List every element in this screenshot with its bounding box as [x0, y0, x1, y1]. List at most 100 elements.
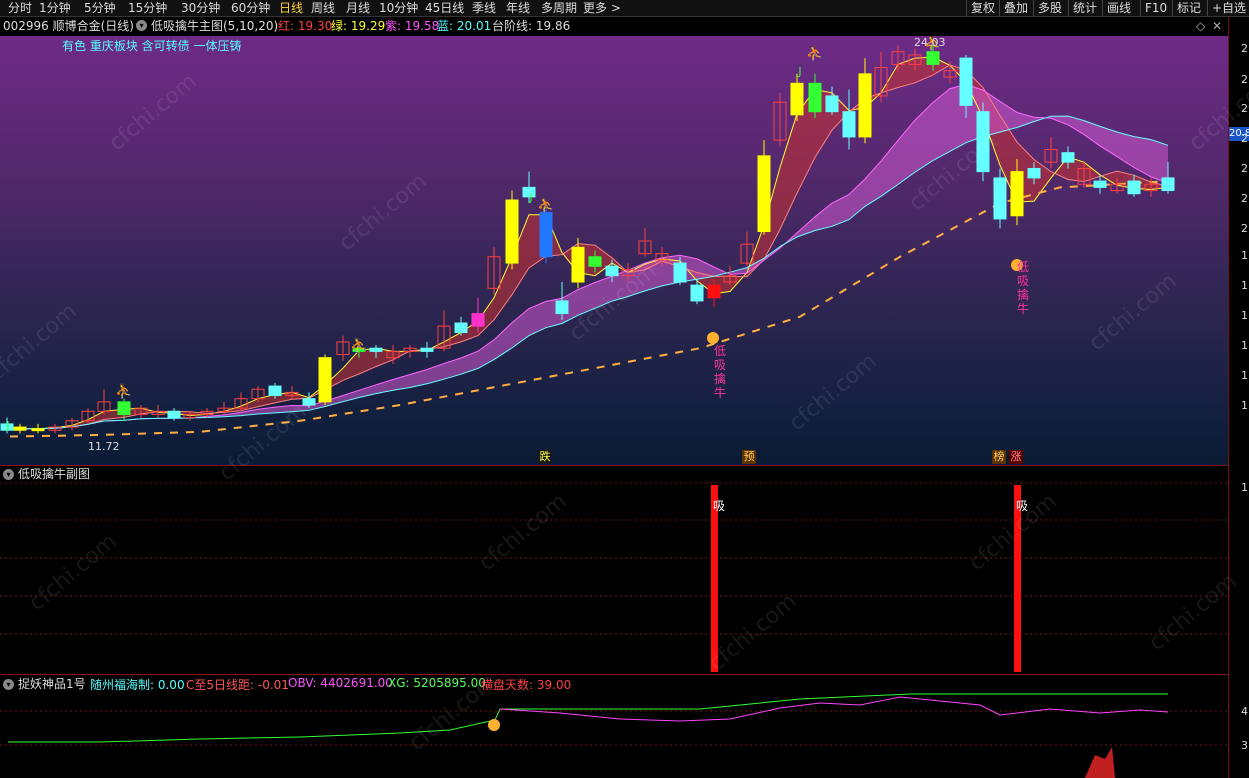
period-tab-2[interactable]: 5分钟: [84, 0, 116, 16]
candle-body: [588, 256, 602, 267]
candle-body: [1010, 171, 1024, 217]
bottom-label-zhang: 涨: [1009, 450, 1023, 464]
toolbar-button-6[interactable]: 标记: [1172, 0, 1205, 16]
sub2-label-2: C至5日线距: -0.01: [186, 678, 289, 692]
sub-chart-2[interactable]: ▾ 捉妖神品1号 随州福海制: 0.00 C至5日线距: -0.01 OBV: …: [0, 675, 1228, 778]
candle-body: [555, 300, 569, 315]
candle-body: [757, 155, 771, 233]
axis-tick: 1: [1241, 309, 1248, 322]
green-line-value: 绿: 19.29: [331, 19, 386, 33]
candle-body: [959, 57, 973, 106]
period-tab-11[interactable]: 季线: [472, 0, 496, 16]
j-marker-icon: J: [528, 191, 532, 204]
person-marker-icon: ⛹: [537, 196, 554, 214]
period-tab-1[interactable]: 1分钟: [39, 0, 71, 16]
period-tab-0[interactable]: 分时: [8, 0, 32, 16]
step-line-value: 台阶线: 19.86: [492, 19, 571, 33]
candle-body: [993, 177, 1007, 220]
period-tab-13[interactable]: 多周期: [541, 0, 577, 16]
period-toolbar: 分时 1分钟 5分钟 15分钟 30分钟 60分钟 日线 周线 月线 10分钟 45日线 季线 年线 多周…: [0, 0, 1249, 17]
candle-body: [1161, 177, 1175, 192]
candle-body: [318, 357, 332, 403]
toolbar-button-5[interactable]: F10: [1140, 0, 1171, 16]
sub2-label-5: 横盘天数: 39.00: [481, 678, 572, 692]
indicator-name[interactable]: 低吸擒牛主图(5,10,20): [151, 18, 278, 34]
person-marker-icon: ⛹: [806, 44, 823, 62]
diamond-icon[interactable]: ◇: [1196, 18, 1205, 34]
person-marker-icon: ⛹: [115, 382, 132, 400]
candle-body: [420, 347, 434, 352]
period-tab-7[interactable]: 周线: [311, 0, 335, 16]
candlestick-svg: ⛹⛹⛹⛹⛹JJJ: [0, 36, 1175, 438]
sub1-collapse-icon[interactable]: ▾: [3, 469, 14, 480]
bottom-label-bang: 榜: [992, 450, 1006, 464]
candle-body: [454, 322, 468, 333]
toolbar-button-1[interactable]: 叠加: [999, 0, 1032, 16]
toolbar-button-7[interactable]: +自选: [1207, 0, 1249, 16]
candle-body: [539, 212, 553, 258]
candle-body: [31, 428, 45, 432]
indicator-info-bar: 002996 顺博合金(日线) ▾ 低吸擒牛主图(5,10,20) 红: 19.…: [0, 17, 1228, 35]
sub1-title: 低吸擒牛副图: [18, 467, 91, 481]
candle-body: [302, 398, 316, 406]
bottom-label-yu: 预: [742, 450, 756, 464]
red-line-value: 红: 19.30: [278, 19, 333, 33]
j-marker-icon: J: [797, 65, 801, 78]
sub2-collapse-icon[interactable]: ▾: [3, 679, 14, 690]
period-tab-8[interactable]: 月线: [346, 0, 370, 16]
sub2-axis-tick: 3: [1241, 739, 1248, 752]
close-icon[interactable]: ✕: [1212, 18, 1222, 34]
sub2-label-1: 随州福海制: 0.00: [90, 678, 185, 692]
period-tab-5[interactable]: 60分钟: [231, 0, 270, 16]
price-axis: 20.8 2222222111111143: [1228, 17, 1249, 778]
axis-tick: 2: [1241, 42, 1248, 55]
period-tab-14[interactable]: 更多 >: [583, 0, 621, 16]
candle-body: [808, 82, 822, 113]
candle-body: [117, 401, 131, 415]
sub2-title: 捉妖神品1号: [18, 677, 86, 691]
candle-body: [790, 82, 804, 116]
axis-tick: 1: [1241, 399, 1248, 412]
main-candlestick-chart[interactable]: ⛹ ⛹ ⛹ ⛹ ⛹ J J J 有色 重庆板块 含可转债 一体压铸 24.03 11.72 低…: [0, 36, 1228, 465]
low-price-label: 11.72: [88, 440, 120, 453]
sub-chart-1[interactable]: ▾ 低吸擒牛副图 吸 吸: [0, 466, 1228, 674]
j-marker-icon: J: [5, 419, 9, 432]
sub1-svg: [0, 482, 1228, 672]
period-tab-6[interactable]: 日线: [279, 0, 303, 16]
period-tab-12[interactable]: 年线: [506, 0, 530, 16]
stock-title: 002996 顺博合金(日线): [3, 19, 134, 33]
axis-tick: 2: [1241, 132, 1248, 145]
period-tab-4[interactable]: 30分钟: [181, 0, 220, 16]
candle-body: [268, 385, 282, 397]
person-marker-icon: ⛹: [350, 336, 367, 354]
sub2-label-4: XG: 5205895.00: [388, 676, 486, 690]
period-tab-3[interactable]: 15分钟: [128, 0, 167, 16]
candle-body: [1061, 152, 1075, 163]
candle-body: [471, 313, 485, 327]
candle-body: [842, 111, 856, 138]
obv-line: [8, 693, 1168, 743]
period-tab-10[interactable]: 45日线: [425, 0, 464, 16]
axis-tick: 2: [1241, 222, 1248, 235]
candle-body: [673, 262, 687, 283]
high-price-label: 24.03: [914, 36, 946, 49]
axis-tick: 1: [1241, 339, 1248, 352]
signal-icon: [488, 719, 500, 731]
axis-tick: 2: [1241, 192, 1248, 205]
candle-body: [707, 284, 721, 299]
candle-body: [825, 95, 839, 113]
axis-tick: 2: [1241, 102, 1248, 115]
candle-body: [926, 51, 940, 65]
blue-line-value: 蓝: 20.01: [437, 19, 492, 33]
period-tab-9[interactable]: 10分钟: [379, 0, 418, 16]
toolbar-button-4[interactable]: 画线: [1102, 0, 1135, 16]
candle-body: [571, 246, 585, 283]
toolbar-button-2[interactable]: 多股: [1033, 0, 1066, 16]
candle-body: [690, 284, 704, 302]
axis-tick: 1: [1241, 369, 1248, 382]
candle-body: [858, 73, 872, 138]
candle-body: [976, 111, 990, 173]
toolbar-button-0[interactable]: 复权: [966, 0, 999, 16]
indicator-menu-icon[interactable]: ▾: [136, 20, 147, 31]
toolbar-button-3[interactable]: 统计: [1068, 0, 1101, 16]
